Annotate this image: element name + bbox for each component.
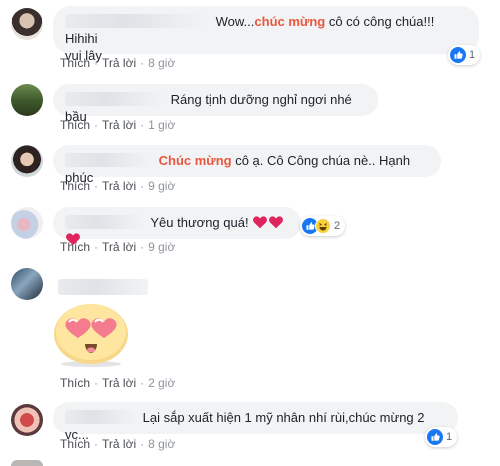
heart-icon (269, 216, 284, 229)
like-link[interactable]: Thích (60, 56, 90, 70)
reply-link[interactable]: Trả lời (102, 376, 136, 390)
commenter-name-blurred[interactable] (65, 92, 165, 106)
highlighted-text: chúc mừng (254, 14, 326, 29)
commenter-name-blurred[interactable] (58, 279, 148, 295)
separator: · (94, 437, 99, 451)
like-link[interactable]: Thích (60, 179, 90, 193)
comment-actions: Thích · Trả lời · 8 giờ (60, 437, 175, 451)
timestamp[interactable]: 8 giờ (148, 437, 175, 451)
timestamp[interactable]: 8 giờ (148, 56, 175, 70)
avatar[interactable] (11, 84, 43, 116)
comment-bubble: Ráng tịnh dưỡng nghỉ ngơi nhé bầu (53, 84, 378, 124)
timestamp[interactable]: 1 giờ (148, 118, 175, 132)
timestamp[interactable]: 9 giờ (148, 240, 175, 254)
reply-link[interactable]: Trả lời (102, 179, 136, 193)
separator: · (94, 240, 99, 254)
timestamp[interactable]: 2 giờ (148, 376, 175, 390)
comment-bubble: Lại sắp xuất hiện 1 mỹ nhân nhí rùi,chúc… (53, 402, 458, 442)
haha-icon (315, 218, 331, 234)
separator: · (140, 118, 145, 132)
comment-bubble: Wow...chúc mừng cô có công chúa!!! Hihih… (53, 6, 479, 63)
separator: · (140, 437, 145, 451)
reaction-count: 1 (446, 431, 453, 443)
commenter-name-blurred[interactable] (65, 410, 137, 424)
avatar[interactable] (11, 460, 43, 466)
avatar[interactable] (11, 207, 43, 239)
reaction-summary[interactable]: 1 (425, 427, 458, 447)
avatar[interactable] (11, 268, 43, 300)
like-link[interactable]: Thích (60, 118, 90, 132)
reaction-summary[interactable]: 1 (448, 45, 481, 65)
separator: · (140, 179, 145, 193)
heart-eyes-sticker[interactable] (50, 300, 132, 368)
commenter-name-blurred[interactable] (65, 153, 153, 167)
separator: · (140, 240, 145, 254)
commenter-name-blurred[interactable] (65, 14, 210, 28)
comment-actions: Thích · Trả lời · 8 giờ (60, 56, 175, 70)
highlighted-text: Chúc mừng (158, 153, 232, 168)
heart-icon (253, 216, 268, 229)
comment-actions: Thích · Trả lời · 2 giờ (60, 376, 175, 390)
reaction-count: 2 (334, 220, 341, 232)
like-icon (427, 429, 443, 445)
like-icon (450, 47, 466, 63)
reaction-count: 1 (469, 49, 476, 61)
comment-actions: Thích · Trả lời · 9 giờ (60, 240, 175, 254)
avatar[interactable] (11, 8, 43, 40)
separator: · (94, 56, 99, 70)
comment-actions: Thích · Trả lời · 9 giờ (60, 179, 175, 193)
comment-bubble: Yêu thương quá! (53, 207, 301, 246)
like-link[interactable]: Thích (60, 240, 90, 254)
like-link[interactable]: Thích (60, 376, 90, 390)
reply-link[interactable]: Trả lời (102, 56, 136, 70)
comment-bubble: Chúc mừng cô ạ. Cô Công chúa nè.. Hạnh p… (53, 145, 441, 185)
commenter-name-blurred[interactable] (65, 215, 145, 229)
timestamp[interactable]: 9 giờ (148, 179, 175, 193)
reply-link[interactable]: Trả lời (102, 240, 136, 254)
separator: · (94, 376, 99, 390)
separator: · (94, 118, 99, 132)
avatar[interactable] (11, 404, 43, 436)
like-link[interactable]: Thích (60, 437, 90, 451)
separator: · (140, 376, 145, 390)
comment-text: Yêu thương quá! (150, 215, 249, 230)
comment-actions: Thích · Trả lời · 1 giờ (60, 118, 175, 132)
comment-text: Wow... (215, 14, 255, 29)
reply-link[interactable]: Trả lời (102, 118, 136, 132)
reaction-summary[interactable]: 2 (300, 216, 346, 236)
reply-link[interactable]: Trả lời (102, 437, 136, 451)
separator: · (140, 56, 145, 70)
avatar[interactable] (11, 145, 43, 177)
separator: · (94, 179, 99, 193)
